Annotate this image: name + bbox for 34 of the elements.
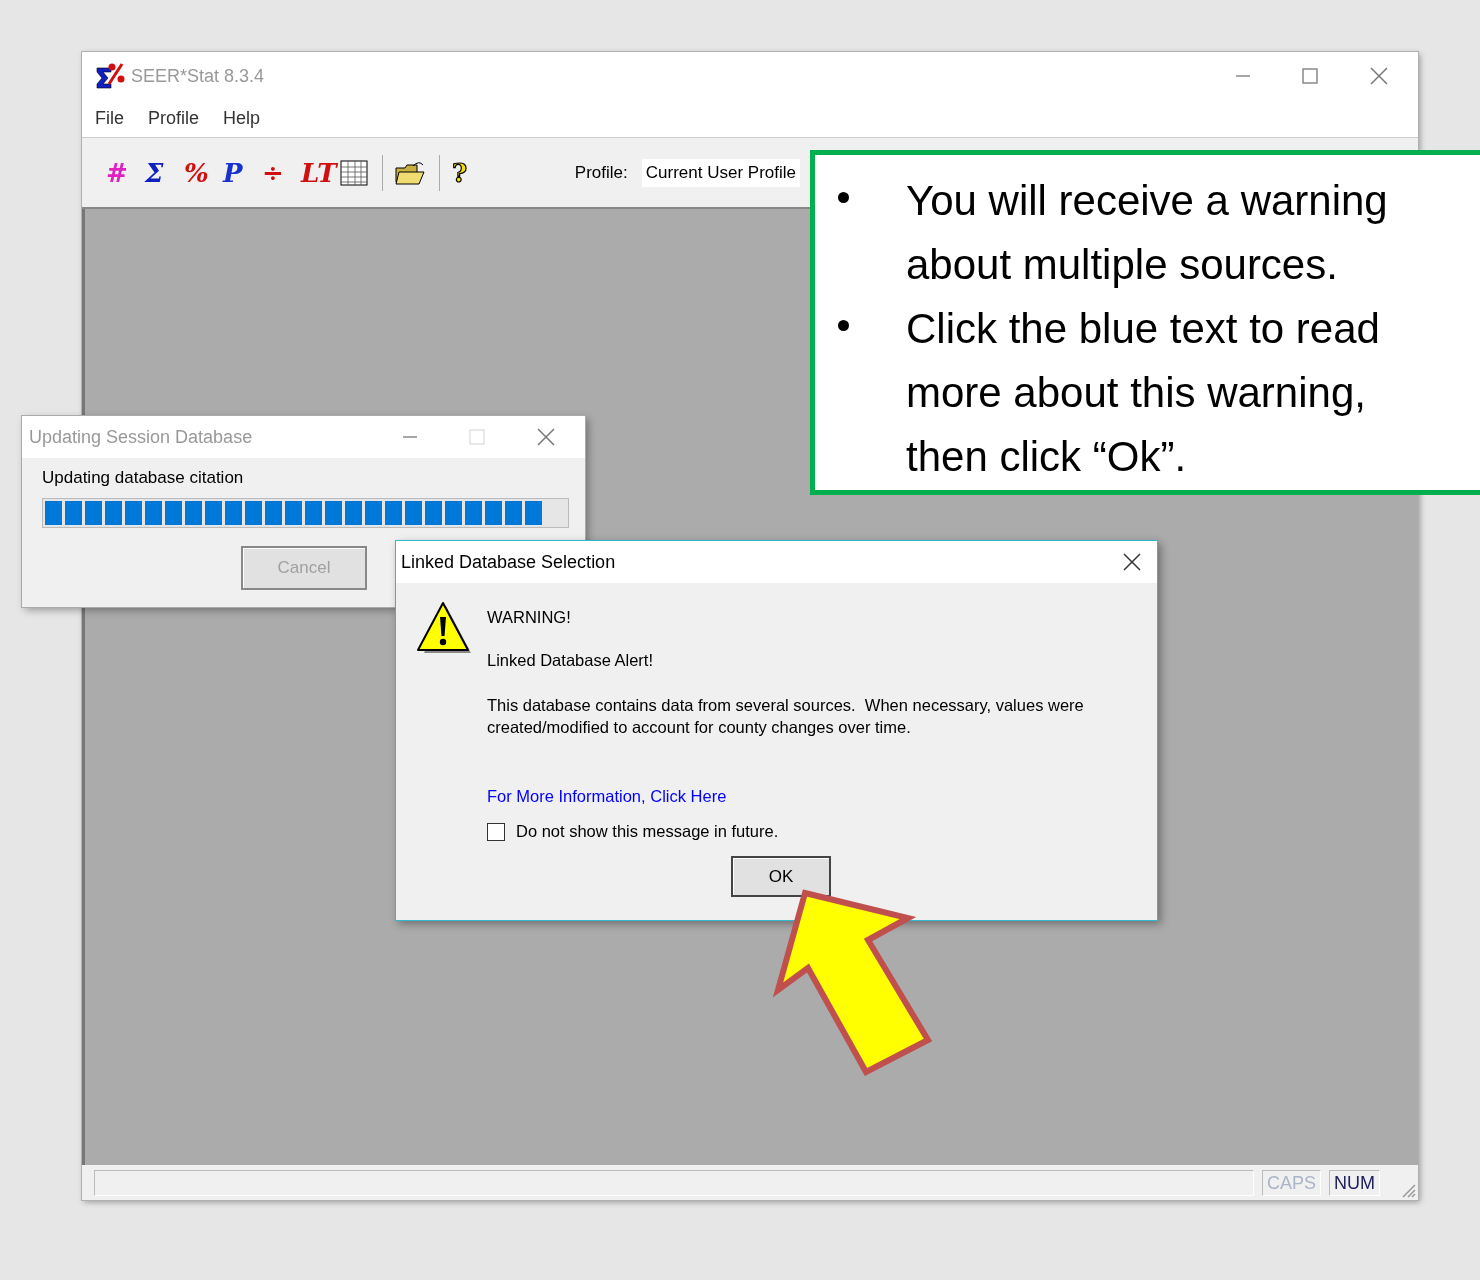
checkbox[interactable] — [487, 822, 505, 841]
callout-text: Click the blue text to read more about this warning, then click “Ok”. — [906, 304, 1381, 482]
more-info-link[interactable]: For More Information, Click Here — [487, 787, 727, 806]
menu-item[interactable]: Help — [222, 106, 262, 131]
status-message: Updating database citation — [42, 468, 244, 488]
close-icon[interactable] — [1123, 553, 1141, 571]
dialog-title: Linked Database Selection — [401, 551, 616, 573]
checkbox-label: Do not show this message in future. — [516, 822, 779, 841]
warning-heading: WARNING! — [487, 608, 571, 627]
callout-text: You will receive a warning about multiple sources. — [906, 176, 1389, 290]
menu-item[interactable]: Profile — [147, 106, 201, 131]
menu-item[interactable]: File — [94, 106, 125, 131]
bullet-icon — [838, 320, 849, 331]
dialog-title: Updating Session Database — [29, 426, 253, 448]
ok-button[interactable]: OK — [731, 856, 831, 897]
bullet-icon — [838, 192, 849, 203]
resize-grip-icon[interactable] — [1400, 1182, 1416, 1198]
toolbar-button[interactable]: # — [106, 159, 145, 186]
status-indicator: NUM — [1329, 1169, 1381, 1196]
folder-icon[interactable] — [395, 159, 425, 186]
table-icon[interactable] — [340, 159, 368, 186]
app-logo-icon — [95, 62, 125, 90]
alert-message: This database contains data from several sources. When necessary, values were created/modified to account for county changes over time. — [487, 695, 1085, 738]
toolbar-button[interactable]: Σ — [145, 159, 184, 186]
alert-subheading: Linked Database Alert! — [487, 651, 654, 670]
toolbar-button[interactable]: ÷ — [262, 159, 301, 186]
window-title: SEER*Stat 8.3.4 — [131, 65, 265, 87]
status-indicator: CAPS — [1262, 1169, 1322, 1196]
toolbar-button[interactable]: P — [223, 159, 262, 186]
toolbar-button[interactable]: LT — [301, 159, 340, 186]
profile-label: Profile: — [574, 162, 628, 183]
profile-field[interactable]: Current User Profile — [641, 158, 800, 187]
toolbar-button[interactable]: % — [184, 159, 223, 186]
maximize-icon[interactable] — [1302, 68, 1318, 84]
